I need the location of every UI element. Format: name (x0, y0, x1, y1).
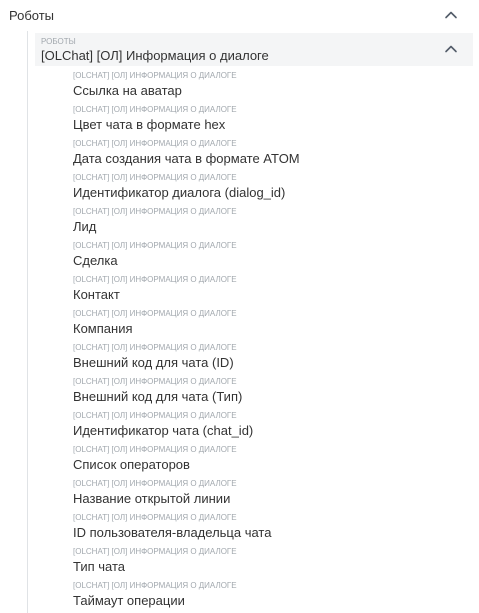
item-caption: [OLCHAT] [ОЛ] ИНФОРМАЦИЯ О ДИАЛОГЕ (73, 173, 237, 182)
list-item[interactable]: [OLCHAT] [ОЛ] ИНФОРМАЦИЯ О ДИАЛОГЕ Конта… (73, 272, 473, 306)
group-title: [OLChat] [ОЛ] Информация о диалоге (41, 48, 269, 63)
item-label: Название открытой линии (73, 491, 231, 506)
group-caption: РОБОТЫ (41, 37, 76, 46)
chevron-up-icon[interactable] (444, 8, 458, 22)
item-caption: [OLCHAT] [ОЛ] ИНФОРМАЦИЯ О ДИАЛОГЕ (73, 105, 237, 114)
item-label: Ссылка на аватар (73, 83, 182, 98)
item-caption: [OLCHAT] [ОЛ] ИНФОРМАЦИЯ О ДИАЛОГЕ (73, 241, 237, 250)
list-item[interactable]: [OLCHAT] [ОЛ] ИНФОРМАЦИЯ О ДИАЛОГЕ Идент… (73, 170, 473, 204)
tree-guide-line (27, 31, 28, 613)
section-title: Роботы (9, 8, 55, 23)
item-caption: [OLCHAT] [ОЛ] ИНФОРМАЦИЯ О ДИАЛОГЕ (73, 207, 237, 216)
list-item[interactable]: [OLCHAT] [ОЛ] ИНФОРМАЦИЯ О ДИАЛОГЕ Тип ч… (73, 544, 473, 578)
list-item[interactable]: [OLCHAT] [ОЛ] ИНФОРМАЦИЯ О ДИАЛОГЕ Тайма… (73, 578, 473, 612)
item-caption: [OLCHAT] [ОЛ] ИНФОРМАЦИЯ О ДИАЛОГЕ (73, 377, 237, 386)
item-label: Дата создания чата в формате ATOM (73, 151, 300, 166)
field-picker: Роботы РОБОТЫ [OLChat] [ОЛ] Информация о… (0, 0, 479, 613)
item-caption: [OLCHAT] [ОЛ] ИНФОРМАЦИЯ О ДИАЛОГЕ (73, 445, 237, 454)
list-item[interactable]: [OLCHAT] [ОЛ] ИНФОРМАЦИЯ О ДИАЛОГЕ Сделк… (73, 238, 473, 272)
list-item[interactable]: [OLCHAT] [ОЛ] ИНФОРМАЦИЯ О ДИАЛОГЕ Идент… (73, 408, 473, 442)
list-item[interactable]: [OLCHAT] [ОЛ] ИНФОРМАЦИЯ О ДИАЛОГЕ ID по… (73, 510, 473, 544)
item-caption: [OLCHAT] [ОЛ] ИНФОРМАЦИЯ О ДИАЛОГЕ (73, 71, 237, 80)
item-label: Тип чата (73, 559, 126, 574)
section-header-robots[interactable]: Роботы (0, 0, 479, 31)
item-caption: [OLCHAT] [ОЛ] ИНФОРМАЦИЯ О ДИАЛОГЕ (73, 513, 237, 522)
list-item[interactable]: [OLCHAT] [ОЛ] ИНФОРМАЦИЯ О ДИАЛОГЕ Внешн… (73, 374, 473, 408)
list-item[interactable]: [OLCHAT] [ОЛ] ИНФОРМАЦИЯ О ДИАЛОГЕ Списо… (73, 442, 473, 476)
list-item[interactable]: [OLCHAT] [ОЛ] ИНФОРМАЦИЯ О ДИАЛОГЕ Цвет … (73, 102, 473, 136)
item-caption: [OLCHAT] [ОЛ] ИНФОРМАЦИЯ О ДИАЛОГЕ (73, 479, 237, 488)
item-label: Таймаут операции (73, 593, 185, 608)
list-item[interactable]: [OLCHAT] [ОЛ] ИНФОРМАЦИЯ О ДИАЛОГЕ Компа… (73, 306, 473, 340)
list-item[interactable]: [OLCHAT] [ОЛ] ИНФОРМАЦИЯ О ДИАЛОГЕ Внешн… (73, 340, 473, 374)
item-caption: [OLCHAT] [ОЛ] ИНФОРМАЦИЯ О ДИАЛОГЕ (73, 139, 237, 148)
item-caption: [OLCHAT] [ОЛ] ИНФОРМАЦИЯ О ДИАЛОГЕ (73, 275, 237, 284)
item-caption: [OLCHAT] [ОЛ] ИНФОРМАЦИЯ О ДИАЛОГЕ (73, 343, 237, 352)
item-caption: [OLCHAT] [ОЛ] ИНФОРМАЦИЯ О ДИАЛОГЕ (73, 581, 237, 590)
list-item[interactable]: [OLCHAT] [ОЛ] ИНФОРМАЦИЯ О ДИАЛОГЕ Дата … (73, 136, 473, 170)
item-label: Идентификатор диалога (dialog_id) (73, 185, 286, 200)
item-label: Внешний код для чата (ID) (73, 355, 234, 370)
item-caption: [OLCHAT] [ОЛ] ИНФОРМАЦИЯ О ДИАЛОГЕ (73, 547, 237, 556)
item-label: ID пользователя-владельца чата (73, 525, 272, 540)
chevron-up-icon[interactable] (444, 42, 458, 56)
item-label: Внешний код для чата (Тип) (73, 389, 243, 404)
list-item[interactable]: [OLCHAT] [ОЛ] ИНФОРМАЦИЯ О ДИАЛОГЕ Назва… (73, 476, 473, 510)
item-label: Сделка (73, 253, 118, 268)
item-label: Лид (73, 219, 97, 234)
item-label: Контакт (73, 287, 120, 302)
field-list: [OLCHAT] [ОЛ] ИНФОРМАЦИЯ О ДИАЛОГЕ Ссылк… (73, 68, 473, 612)
item-caption: [OLCHAT] [ОЛ] ИНФОРМАЦИЯ О ДИАЛОГЕ (73, 309, 237, 318)
item-label: Цвет чата в формате hex (73, 117, 226, 132)
item-label: Компания (73, 321, 133, 336)
item-label: Идентификатор чата (chat_id) (73, 423, 254, 438)
item-label: Список операторов (73, 457, 190, 472)
group-header-olchat-dialog-info[interactable]: РОБОТЫ [OLChat] [ОЛ] Информация о диалог… (35, 33, 473, 66)
item-caption: [OLCHAT] [ОЛ] ИНФОРМАЦИЯ О ДИАЛОГЕ (73, 411, 237, 420)
list-item[interactable]: [OLCHAT] [ОЛ] ИНФОРМАЦИЯ О ДИАЛОГЕ Лид (73, 204, 473, 238)
list-item[interactable]: [OLCHAT] [ОЛ] ИНФОРМАЦИЯ О ДИАЛОГЕ Ссылк… (73, 68, 473, 102)
